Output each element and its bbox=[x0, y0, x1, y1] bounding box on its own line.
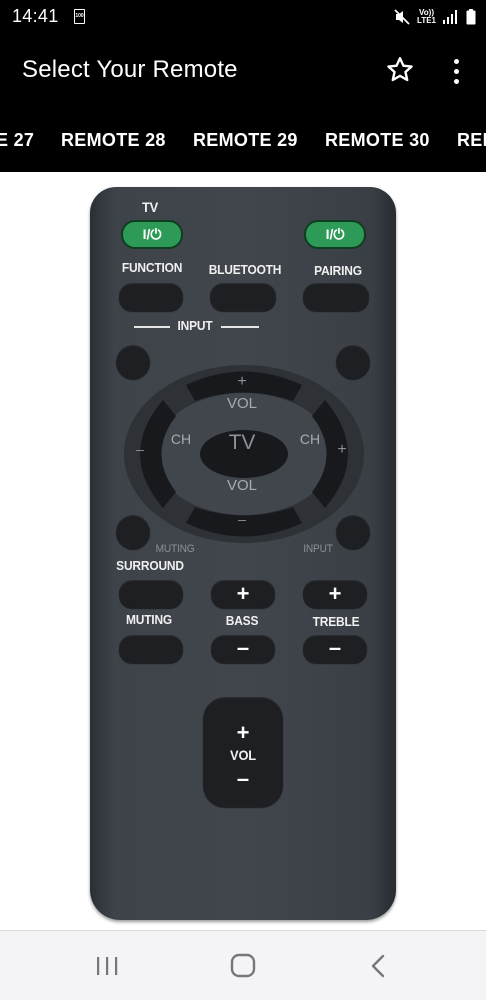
input-divider-right bbox=[221, 326, 259, 328]
back-button[interactable] bbox=[359, 949, 399, 983]
tab-remote-30[interactable]: REMOTE 30 bbox=[325, 130, 430, 151]
function-button[interactable] bbox=[119, 283, 183, 311]
muting-label: MUTING bbox=[125, 612, 173, 627]
signal-icon bbox=[443, 10, 457, 24]
dpad-center-label: TV bbox=[228, 431, 256, 454]
tab-remote-29[interactable]: REMOTE 29 bbox=[193, 130, 298, 151]
volume-plus-icon: + bbox=[236, 720, 250, 745]
back-icon bbox=[371, 954, 385, 978]
status-bar: 14:41 100 Vo)) LTE1 bbox=[0, 0, 486, 34]
dpad-ch-left-label: CH bbox=[170, 431, 192, 447]
dpad-plus-top: + bbox=[237, 373, 247, 390]
pairing-label: PAIRING bbox=[314, 263, 362, 278]
input-label: INPUT bbox=[177, 318, 213, 333]
home-button[interactable] bbox=[223, 949, 263, 983]
tv-power-button[interactable]: I/⏻ bbox=[121, 220, 183, 249]
volte-indicator: Vo)) LTE1 bbox=[417, 9, 436, 25]
mute-icon bbox=[394, 9, 410, 25]
bass-minus-icon: – bbox=[236, 635, 250, 660]
app-bar: Select Your Remote bbox=[0, 34, 486, 110]
recents-button[interactable] bbox=[87, 949, 127, 983]
dpad-ch-right-label: CH bbox=[299, 431, 321, 447]
dpad-minus-left: – bbox=[136, 441, 144, 457]
input-right-label: INPUT bbox=[303, 543, 333, 555]
volume-label: VOL bbox=[230, 747, 256, 763]
muting-button[interactable] bbox=[119, 635, 183, 663]
favorite-button[interactable] bbox=[384, 54, 416, 86]
overflow-menu-button[interactable] bbox=[444, 54, 468, 88]
treble-minus-icon: – bbox=[328, 635, 342, 660]
recents-icon bbox=[97, 957, 118, 975]
battery-notification-icon: 100 bbox=[74, 9, 85, 24]
input-divider-left bbox=[134, 326, 170, 328]
status-time: 14:41 bbox=[12, 6, 59, 26]
status-icons: Vo)) LTE1 bbox=[394, 6, 476, 28]
power-button[interactable]: I/⏻ bbox=[304, 220, 366, 249]
remote-control: TV I/⏻ I/⏻ FUNCTION BLUETOOTH PAIRING IN… bbox=[90, 187, 396, 920]
dpad-vol-top-label: VOL bbox=[226, 395, 257, 412]
home-icon bbox=[230, 953, 256, 978]
volume-minus-icon: – bbox=[236, 766, 250, 791]
battery-icon bbox=[466, 9, 476, 25]
surround-button[interactable] bbox=[116, 515, 150, 549]
system-nav-bar bbox=[0, 930, 486, 1000]
tv-label: TV bbox=[141, 199, 159, 215]
tab-remote-28[interactable]: REMOTE 28 bbox=[61, 130, 166, 151]
bluetooth-label: BLUETOOTH bbox=[208, 262, 282, 277]
page-title: Select Your Remote bbox=[22, 56, 238, 83]
dpad-minus-bottom: – bbox=[238, 511, 246, 527]
surround-label: SURROUND bbox=[116, 558, 184, 573]
muting-small-label: MUTING bbox=[155, 543, 195, 555]
bluetooth-button[interactable] bbox=[210, 283, 276, 311]
tab-remote-27[interactable]: E 27 bbox=[0, 130, 34, 151]
function-label: FUNCTION bbox=[121, 260, 183, 275]
bass-plus-icon: + bbox=[236, 581, 250, 606]
star-outline-icon bbox=[387, 57, 413, 82]
tab-remote-31[interactable]: REM bbox=[457, 130, 486, 151]
remote-view: TV I/⏻ I/⏻ FUNCTION BLUETOOTH PAIRING IN… bbox=[0, 172, 486, 930]
surround-pill-button[interactable] bbox=[119, 580, 183, 608]
treble-label: TREBLE bbox=[312, 614, 360, 629]
input-button[interactable] bbox=[336, 515, 370, 549]
bass-label: BASS bbox=[225, 613, 259, 628]
remote-tabs: E 27 REMOTE 28 REMOTE 29 REMOTE 30 REM bbox=[0, 110, 486, 172]
more-vert-icon bbox=[453, 58, 459, 64]
lte-label: LTE1 bbox=[417, 16, 436, 25]
dpad-vol-bottom-label: VOL bbox=[226, 477, 257, 494]
treble-plus-icon: + bbox=[328, 581, 342, 606]
dpad-plus-right: + bbox=[337, 441, 347, 458]
pairing-button[interactable] bbox=[303, 283, 369, 311]
